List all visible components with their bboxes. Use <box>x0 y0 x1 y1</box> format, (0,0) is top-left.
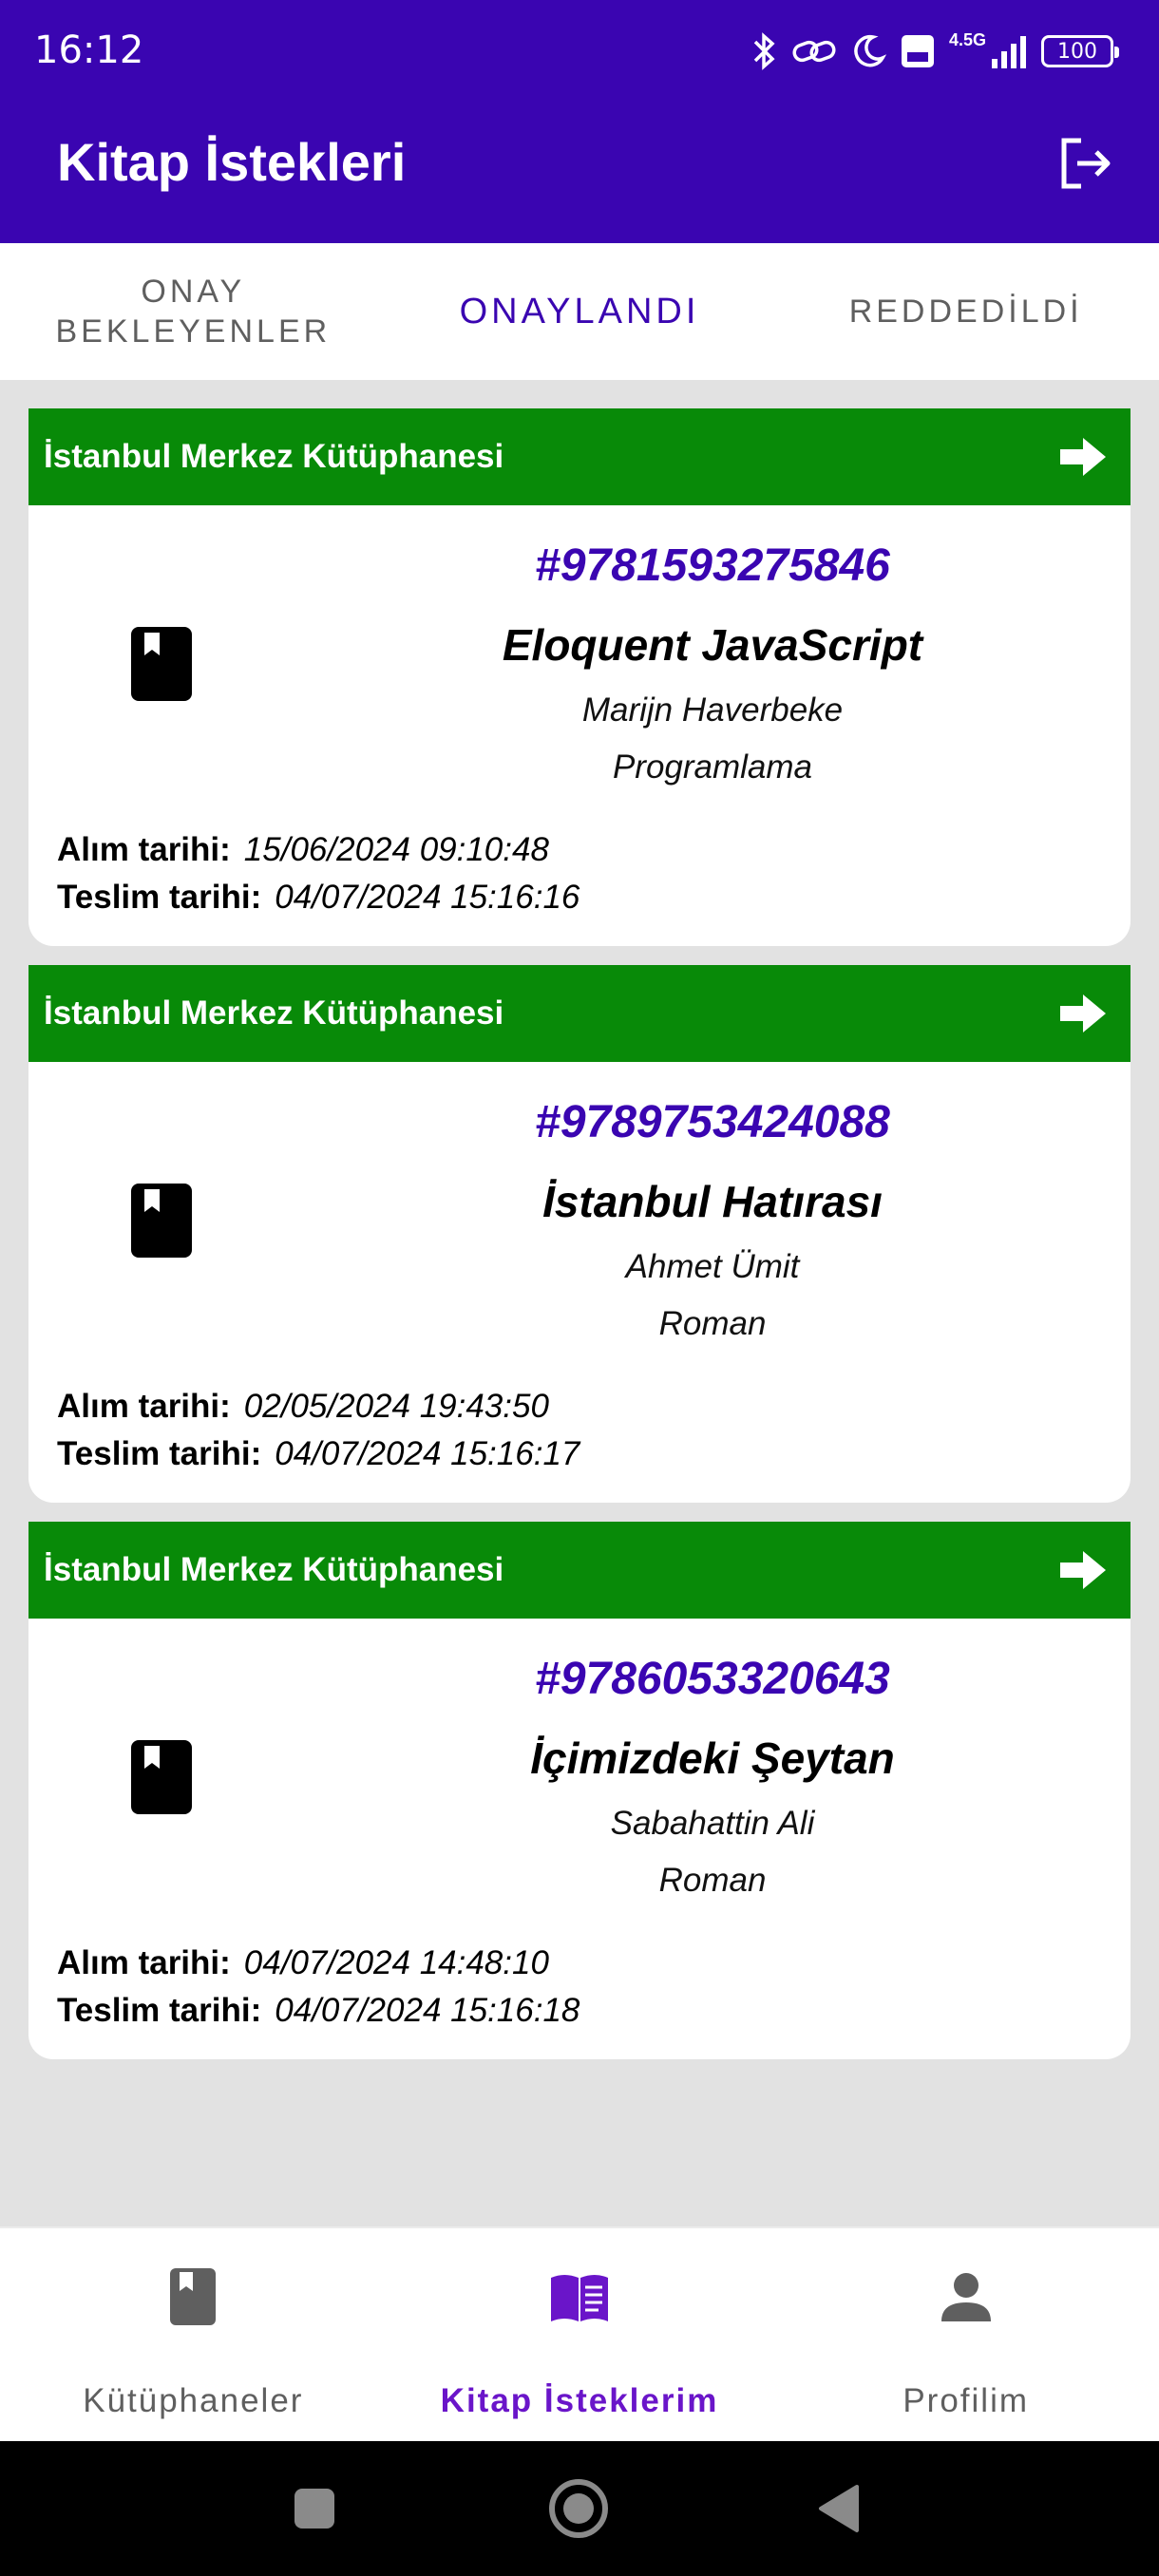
status-tabs: ONAY BEKLEYENLER ONAYLANDI REDDEDİLDİ <box>0 243 1159 380</box>
pickup-label: Alım tarihi: <box>57 1388 231 1425</box>
bluetooth-icon <box>753 32 775 70</box>
link-icon <box>792 40 836 63</box>
pickup-date: 02/05/2024 19:43:50 <box>243 1388 549 1425</box>
book-author: Ahmet Ümit <box>625 1248 800 1285</box>
page-title: Kitap İstekleri <box>57 132 407 192</box>
volte-icon <box>901 35 934 67</box>
nav-profile[interactable]: Profilim <box>772 2228 1159 2441</box>
book-title: İstanbul Hatırası <box>542 1177 883 1226</box>
library-name: İstanbul Merkez Kütüphanesi <box>44 1551 504 1588</box>
pickup-date: 04/07/2024 14:48:10 <box>243 1944 549 1981</box>
library-name: İstanbul Merkez Kütüphanesi <box>44 994 504 1032</box>
return-date: 04/07/2024 15:16:16 <box>275 879 580 916</box>
request-list: İstanbul Merkez Kütüphanesi #97815932758… <box>28 408 1130 2078</box>
request-dates: Alım tarihi: 02/05/2024 19:43:50 Teslim t… <box>57 1383 580 1478</box>
book-isbn: #9786053320643 <box>535 1654 890 1704</box>
battery-icon: 100 <box>1041 35 1119 67</box>
arrow-right-icon[interactable] <box>1056 430 1110 483</box>
moon-icon <box>854 34 886 67</box>
tab-pending[interactable]: ONAY BEKLEYENLER <box>0 243 387 380</box>
book-genre: Programlama <box>612 748 813 786</box>
app-bar: 16:12 4.5G 100 Kitap İstekleri <box>0 0 1159 243</box>
book-title: Eloquent JavaScript <box>502 620 923 670</box>
library-header[interactable]: İstanbul Merkez Kütüphanesi <box>28 1522 1130 1619</box>
book-isbn: #9781593275846 <box>535 540 890 591</box>
nav-label: Kütüphaneler <box>83 2382 304 2419</box>
person-icon <box>940 2273 991 2321</box>
request-card: İstanbul Merkez Kütüphanesi #97860533206… <box>28 1522 1130 2059</box>
book-title: İçimizdeki Şeytan <box>530 1733 895 1783</box>
return-date: 04/07/2024 15:16:17 <box>275 1435 580 1472</box>
book-author: Marijn Haverbeke <box>581 691 844 729</box>
battery-level: 100 <box>1057 39 1097 64</box>
book-icon <box>170 2268 217 2325</box>
book-author: Sabahattin Ali <box>610 1805 815 1842</box>
pickup-label: Alım tarihi: <box>57 1944 231 1981</box>
nav-libraries[interactable]: Kütüphaneler <box>0 2228 387 2441</box>
network-type: 4.5G <box>948 29 986 49</box>
arrow-right-icon[interactable] <box>1056 987 1110 1040</box>
tab-approved[interactable]: ONAYLANDI <box>387 243 773 380</box>
nav-label: Profilim <box>902 2382 1030 2419</box>
request-dates: Alım tarihi: 15/06/2024 09:10:48 Teslim t… <box>57 826 580 921</box>
return-date: 04/07/2024 15:16:18 <box>275 1992 580 2029</box>
arrow-right-icon[interactable] <box>1056 1544 1110 1597</box>
book-isbn: #9789753424088 <box>535 1097 890 1147</box>
home-icon[interactable] <box>547 2477 610 2540</box>
return-label: Teslim tarihi: <box>57 1992 262 2029</box>
pickup-label: Alım tarihi: <box>57 831 231 868</box>
request-dates: Alım tarihi: 04/07/2024 14:48:10 Teslim t… <box>57 1940 580 2035</box>
book-icon <box>131 1184 192 1258</box>
recents-icon[interactable] <box>293 2487 336 2530</box>
book-genre: Roman <box>658 1305 767 1342</box>
open-book-icon <box>551 2275 608 2321</box>
status-bar: 16:12 4.5G 100 <box>0 0 1159 99</box>
pickup-date: 15/06/2024 09:10:48 <box>243 831 549 868</box>
status-icons: 4.5G 100 <box>751 27 1119 76</box>
return-label: Teslim tarihi: <box>57 1435 262 1472</box>
back-icon[interactable] <box>815 2483 861 2534</box>
return-label: Teslim tarihi: <box>57 879 262 916</box>
book-genre: Roman <box>658 1862 767 1899</box>
library-header[interactable]: İstanbul Merkez Kütüphanesi <box>28 965 1130 1062</box>
request-card: İstanbul Merkez Kütüphanesi #97897534240… <box>28 965 1130 1503</box>
library-header[interactable]: İstanbul Merkez Kütüphanesi <box>28 408 1130 505</box>
nav-label: Kitap İsteklerim <box>440 2382 719 2419</box>
tab-rejected[interactable]: REDDEDİLDİ <box>772 243 1159 380</box>
book-icon <box>131 1740 192 1814</box>
system-nav-bar <box>0 2441 1159 2576</box>
book-icon <box>131 627 192 701</box>
status-time: 16:12 <box>34 28 144 72</box>
signal-icon <box>992 36 1026 68</box>
nav-book-requests[interactable]: Kitap İsteklerim <box>387 2228 773 2441</box>
library-name: İstanbul Merkez Kütüphanesi <box>44 438 504 475</box>
logout-icon[interactable] <box>1054 133 1115 194</box>
request-card: İstanbul Merkez Kütüphanesi #97815932758… <box>28 408 1130 946</box>
bottom-nav: Kütüphaneler Kitap İsteklerim Profilim <box>0 2226 1159 2441</box>
